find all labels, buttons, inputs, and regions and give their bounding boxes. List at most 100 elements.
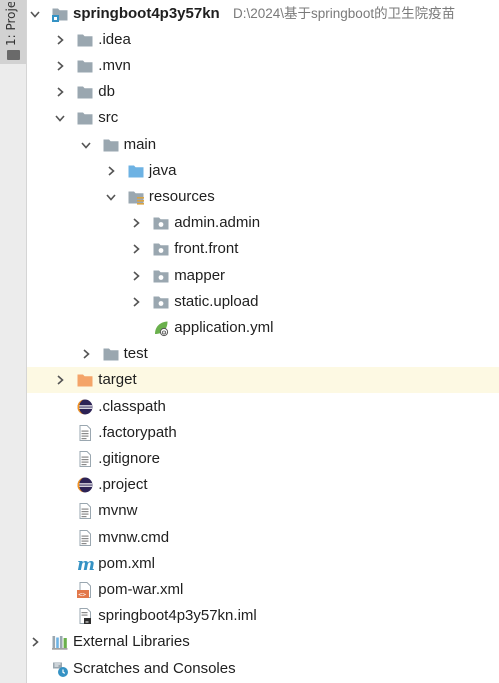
tree-row-front-front[interactable]: front.front	[27, 236, 499, 262]
tree-item-label: admin.admin	[174, 214, 261, 232]
package-icon	[152, 214, 170, 232]
excluded-folder-icon	[76, 371, 94, 389]
eclipse-icon	[76, 398, 94, 416]
chevron-down-icon[interactable]	[29, 8, 41, 20]
tree-row-factorypath[interactable]: .factorypath	[27, 420, 499, 446]
package-icon	[152, 293, 170, 311]
tree-item-label: External Libraries	[73, 633, 190, 651]
tree-row-main[interactable]: main	[27, 132, 499, 158]
maven-icon: m	[76, 555, 94, 573]
tree-row-project-root[interactable]: springboot4p3y57kn D:\2024\基于springboot的卫…	[27, 1, 499, 27]
tree-item-label: .factorypath	[98, 423, 177, 441]
tree-row-target[interactable]: target	[27, 367, 499, 394]
tree-item-label: application.yml	[174, 318, 274, 336]
eclipse-icon	[76, 476, 94, 494]
source-folder-icon	[127, 162, 145, 180]
folder-icon	[102, 345, 120, 363]
chevron-right-icon[interactable]	[54, 374, 66, 386]
project-tool-strip: 1: Project	[0, 0, 27, 683]
tree-item-label: .gitignore	[98, 449, 161, 467]
folder-icon	[76, 57, 94, 75]
tree-row-application-yml[interactable]: application.yml	[27, 315, 499, 341]
tree-row-db[interactable]: db	[27, 79, 499, 105]
folder-icon	[76, 31, 94, 49]
tree-row-resources[interactable]: resources	[27, 184, 499, 210]
chevron-right-icon[interactable]	[54, 34, 66, 46]
chevron-right-icon[interactable]	[105, 165, 117, 177]
package-icon	[152, 267, 170, 285]
tree-row-static-upload[interactable]: static.upload	[27, 289, 499, 315]
tree-item-label: db	[98, 83, 115, 101]
svg-text:<>: <>	[78, 590, 86, 598]
tree-item-label: test	[123, 345, 148, 363]
module-folder-icon	[51, 5, 69, 23]
folder-icon	[102, 136, 120, 154]
tree-item-label: mvnw.cmd	[98, 528, 170, 546]
chevron-right-icon[interactable]	[130, 270, 142, 282]
libraries-icon	[51, 633, 69, 651]
project-path: D:\2024\基于springboot的卫生院疫苗	[233, 5, 456, 21]
chevron-right-icon[interactable]	[80, 348, 92, 360]
chevron-right-icon[interactable]	[54, 86, 66, 98]
tree-row-mvnw-cmd[interactable]: mvnw.cmd	[27, 525, 499, 551]
tree-item-label: main	[123, 135, 157, 153]
text-file-icon	[76, 450, 94, 468]
tree-row-admin-admin[interactable]: admin.admin	[27, 210, 499, 236]
tree-item-label: pom-war.xml	[98, 580, 184, 598]
chevron-right-icon[interactable]	[54, 60, 66, 72]
tree-row-mapper[interactable]: mapper	[27, 263, 499, 289]
tree-row-external-libraries[interactable]: External Libraries	[27, 629, 499, 655]
project-tool-tab-label: 1: Project	[4, 2, 18, 46]
tree-item-label: Scratches and Consoles	[73, 659, 236, 677]
spring-config-icon	[152, 319, 170, 337]
resources-folder-icon	[127, 188, 145, 206]
text-file-icon	[76, 502, 94, 520]
project-tab-folder-icon	[7, 50, 20, 60]
tree-row-mvn[interactable]: .mvn	[27, 53, 499, 79]
tree-row-dotproject[interactable]: .project	[27, 472, 499, 498]
scratches-icon	[51, 660, 69, 678]
tree-item-label: front.front	[174, 240, 239, 258]
text-file-icon	[76, 424, 94, 442]
package-icon	[152, 240, 170, 258]
tree-item-label: .project	[98, 476, 148, 494]
tree-row-iml[interactable]: springboot4p3y57kn.iml	[27, 603, 499, 629]
tree-row-idea[interactable]: .idea	[27, 27, 499, 53]
chevron-right-icon[interactable]	[29, 636, 41, 648]
tree-item-label: target	[98, 371, 137, 389]
xml-file-icon: <>	[76, 581, 94, 599]
project-tool-tab[interactable]: 1: Project	[0, 0, 26, 64]
chevron-down-icon[interactable]	[80, 139, 92, 151]
project-tree: springboot4p3y57kn D:\2024\基于springboot的卫…	[27, 0, 499, 683]
svg-text:m: m	[77, 555, 94, 573]
tree-row-gitignore[interactable]: .gitignore	[27, 446, 499, 472]
tree-item-label: springboot4p3y57kn.iml	[98, 607, 257, 625]
tree-item-label: static.upload	[174, 292, 259, 310]
folder-icon	[76, 109, 94, 127]
tree-row-src[interactable]: src	[27, 105, 499, 131]
tree-item-label: .classpath	[98, 397, 166, 415]
chevron-right-icon[interactable]	[130, 217, 142, 229]
iml-file-icon	[76, 607, 94, 625]
tree-item-label: mapper	[174, 266, 226, 284]
tree-row-mvnw[interactable]: mvnw	[27, 498, 499, 524]
text-file-icon	[76, 529, 94, 547]
tree-item-label: resources	[148, 187, 215, 205]
tree-item-label: .mvn	[98, 56, 131, 74]
tree-row-java[interactable]: java	[27, 158, 499, 184]
tree-item-label: src	[98, 109, 119, 127]
chevron-right-icon[interactable]	[130, 296, 142, 308]
tree-row-pom-war-xml[interactable]: <> pom-war.xml	[27, 577, 499, 603]
tree-row-classpath[interactable]: .classpath	[27, 394, 499, 420]
tree-item-label: pom.xml	[98, 554, 155, 572]
tree-item-label: springboot4p3y57kn	[73, 4, 220, 22]
chevron-down-icon[interactable]	[105, 191, 117, 203]
tree-row-pom-xml[interactable]: m pom.xml	[27, 551, 499, 577]
chevron-down-icon[interactable]	[54, 112, 66, 124]
tree-item-label: java	[148, 161, 177, 179]
tree-item-label: mvnw	[98, 502, 138, 520]
tree-row-scratches[interactable]: Scratches and Consoles	[27, 656, 499, 682]
folder-icon	[76, 83, 94, 101]
chevron-right-icon[interactable]	[130, 243, 142, 255]
tree-row-test[interactable]: test	[27, 341, 499, 367]
